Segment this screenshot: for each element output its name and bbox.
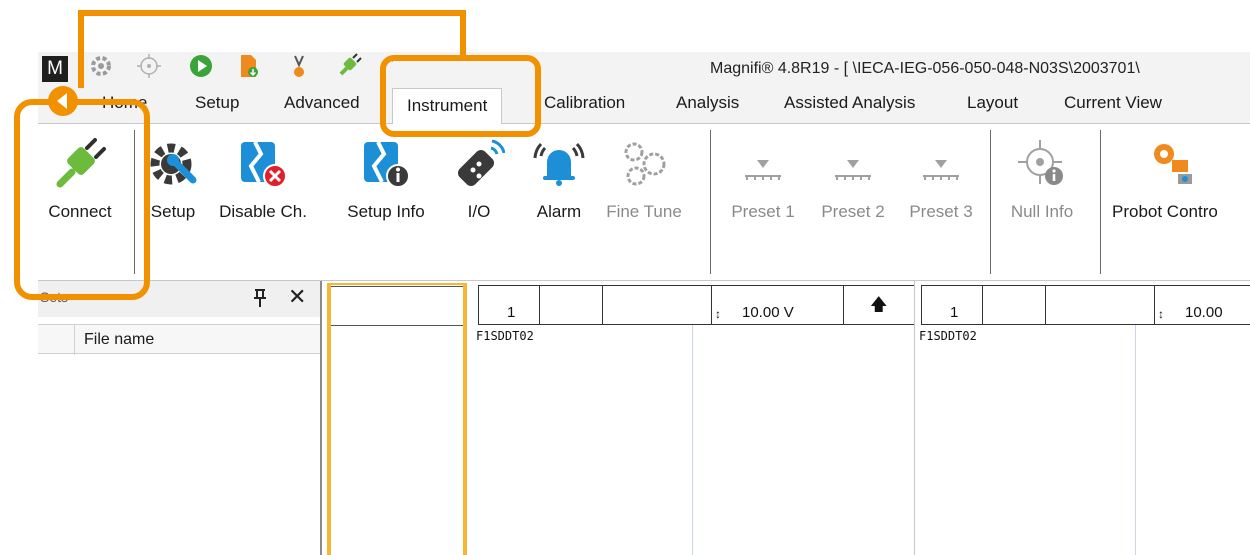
yellow-highlight-right [463,283,467,555]
ribbon-separator [1100,130,1101,274]
channel-1-arrow-up-button[interactable]: 🡅 [843,285,915,325]
remote-io-icon [457,139,505,187]
channel-2-field[interactable] [1045,285,1155,325]
channel-2-field[interactable] [982,285,1046,325]
alarm-button[interactable]: Alarm [530,124,588,274]
arrow-up-icon: 🡅 [870,295,888,314]
disable-channel-button[interactable]: Disable Ch. [204,124,322,274]
io-label: I/O [467,202,491,221]
setup-info-label: Setup Info [347,202,425,221]
tab-advanced[interactable]: Advanced [284,88,360,124]
fine-tune-button[interactable]: Fine Tune [590,124,698,274]
probot-control-button[interactable]: Probot Contro [1108,124,1232,274]
null-info-button[interactable]: Null Info [1000,124,1084,274]
alarm-label: Alarm [536,202,582,221]
setup-button[interactable]: Setup [144,124,202,274]
preset-icon [745,160,781,180]
column-separator [74,325,75,355]
preset-3-label: Preset 3 [909,202,973,221]
setup-info-button[interactable]: Setup Info [324,124,448,274]
ribbon-tab-row: Home Setup Advanced Instrument Calibrati… [38,82,1250,131]
pane-splitter[interactable] [320,281,322,555]
annotation-arrow-line [78,10,84,88]
setup-info-icon [364,141,410,188]
arrow-left-icon [57,93,67,109]
column-file-name[interactable]: File name [84,331,154,349]
window-title: Magnifi® 4.8R19 - [ \IECA-IEG-056-050-04… [710,60,1140,77]
setup-label: Setup [150,202,196,221]
preset-2-button[interactable]: Preset 2 [808,124,898,274]
instrument-ribbon: Connect Setup Disable Ch. Setup Info I/O… [38,124,1250,281]
fine-tune-gears-icon [624,142,666,186]
channel-view-2: 1 ↕ 10.00 F1SDDT02 [915,281,1250,555]
ribbon-separator [990,130,991,274]
fine-tune-label: Fine Tune [606,202,682,221]
close-icon[interactable]: ✕ [288,285,306,309]
disable-channel-label: Disable Ch. [219,202,307,221]
ribbon-separator [710,130,711,274]
probe-icon[interactable] [286,53,312,79]
probot-control-icon [1154,144,1192,184]
preset-3-button[interactable]: Preset 3 [898,124,984,274]
magnifi-window: M ▾ Magnifi® 4.8R19 - [\IECA-IEG-056-05… [38,52,1250,555]
null-info-label: Null Info [1010,202,1074,221]
preset-1-label: Preset 1 [731,202,795,221]
preset-icon [923,160,959,180]
pin-icon[interactable] [250,287,270,309]
top-margin [0,0,1250,52]
io-button[interactable]: I/O [450,124,508,274]
tab-calibration[interactable]: Calibration [544,88,625,124]
preset-1-button[interactable]: Preset 1 [720,124,806,274]
null-info-icon [1018,140,1063,185]
preset-2-label: Preset 2 [821,202,885,221]
app-logo: M [42,56,68,82]
annotation-arrow-line [78,10,466,16]
channel-2-voltage[interactable]: ↕ 10.00 [1154,285,1250,325]
grid-line [692,325,693,555]
annotation-arrow-head [48,86,78,116]
channel-1-label: F1SDDT02 [476,329,534,343]
play-icon[interactable] [188,53,214,79]
channel-1-number[interactable]: 1 [478,285,540,325]
tab-setup[interactable]: Setup [195,88,239,124]
disable-channel-icon [241,141,287,188]
tab-analysis[interactable]: Analysis [676,88,739,124]
tab-assisted-analysis[interactable]: Assisted Analysis [784,88,915,124]
settings-icon[interactable] [88,53,114,79]
highlight-instrument-tab-box [380,55,541,137]
highlight-connect-box [14,99,150,300]
plug-icon[interactable] [336,53,362,79]
alarm-bell-icon [533,142,585,186]
yellow-highlight-left [327,283,331,555]
sets-pane: Sets ✕ File name [38,281,322,555]
channel-2-label: F1SDDT02 [919,329,977,343]
preset-icon [835,160,871,180]
channel-2-number[interactable]: 1 [921,285,983,325]
channel-view-1: 1 ↕ 10.00 V 🡅 F1SDDT02 [470,281,915,555]
channel-1-field[interactable] [539,285,603,325]
target-icon[interactable] [136,53,162,79]
tab-layout[interactable]: Layout [967,88,1018,124]
annotation-arrow-line [460,10,466,56]
strip-view-pane [328,286,466,555]
channel-1-field[interactable] [602,285,712,325]
quick-access-toolbar: M ▾ Magnifi® 4.8R19 - [\IECA-IEG-056-05… [38,52,1250,82]
yellow-highlight-top [327,283,467,285]
strip-view-header [328,286,464,326]
channel-1-voltage[interactable]: ↕ 10.00 V [711,285,844,325]
file-export-icon[interactable] [236,53,262,79]
probot-control-label: Probot Contro [1112,202,1218,221]
file-list-header: File name [38,324,320,355]
tab-current-view[interactable]: Current View [1064,88,1162,124]
grid-line [1135,325,1136,555]
setup-gear-wrench-icon [150,143,197,185]
